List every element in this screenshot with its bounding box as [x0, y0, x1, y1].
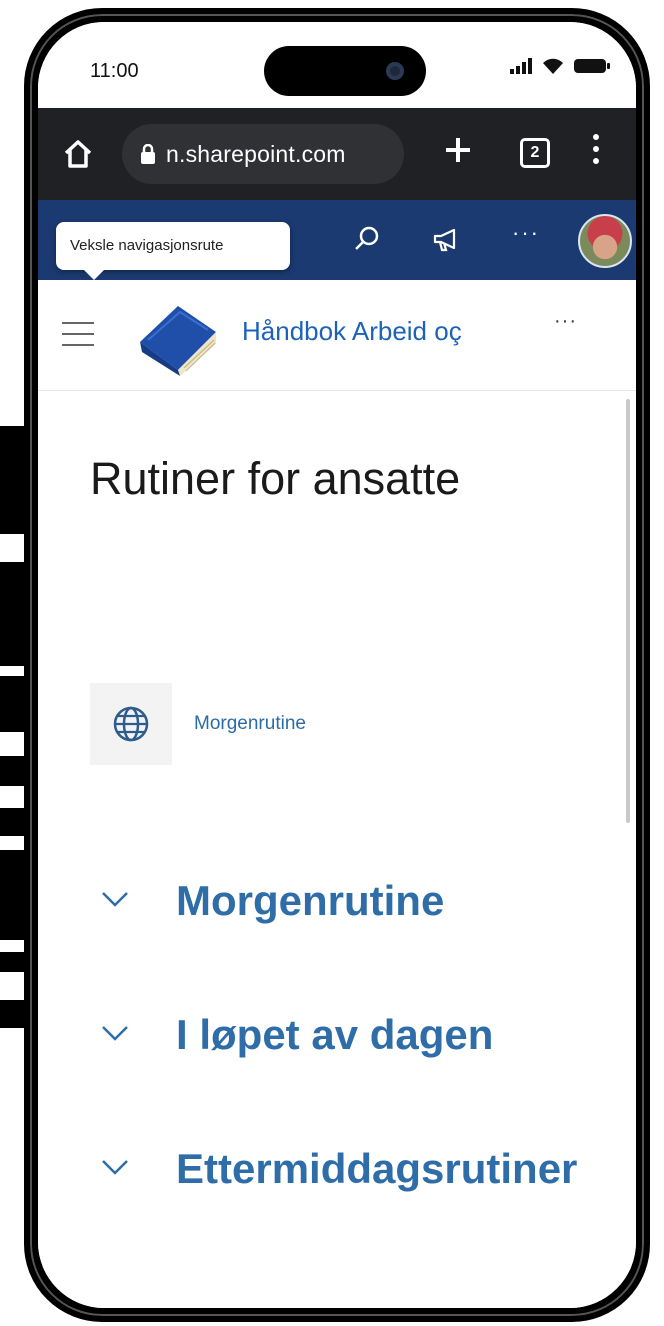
- site-title[interactable]: Håndbok Arbeid oç: [242, 316, 508, 347]
- browser-toolbar: n.sharepoint.com 2: [38, 108, 636, 200]
- scrollbar[interactable]: [626, 399, 630, 823]
- edge-bar: [0, 808, 26, 836]
- hamburger-menu-icon[interactable]: [62, 322, 94, 348]
- quick-link-label[interactable]: Morgenrutine: [194, 713, 306, 735]
- edge-bar: [0, 426, 26, 534]
- tooltip-text: Veksle navigasjonsrute: [70, 237, 224, 254]
- page-content: Rutiner for ansatte Morgenrutine Morgenr…: [38, 391, 636, 1308]
- status-time: 11:00: [90, 60, 139, 82]
- status-bar: 11:00: [38, 22, 636, 108]
- site-header: Håndbok Arbeid oç ···: [38, 280, 636, 391]
- status-icons: [510, 58, 610, 74]
- chevron-down-icon[interactable]: [100, 889, 130, 909]
- chevron-down-icon[interactable]: [100, 1023, 130, 1043]
- book-logo[interactable]: [130, 296, 226, 376]
- chevron-down-icon[interactable]: [100, 1157, 130, 1177]
- suite-more-button[interactable]: ···: [512, 220, 540, 246]
- browser-menu-button[interactable]: [590, 134, 602, 174]
- section-title[interactable]: Ettermiddagsrutiner: [176, 1145, 577, 1193]
- nav-toggle-tooltip: Veksle navigasjonsrute: [56, 222, 290, 280]
- address-bar[interactable]: n.sharepoint.com: [122, 124, 404, 184]
- avatar[interactable]: [578, 214, 632, 268]
- quick-link-tile[interactable]: [90, 683, 172, 765]
- megaphone-icon[interactable]: [432, 226, 460, 254]
- page-title: Rutiner for ansatte: [90, 453, 461, 504]
- tab-switcher-button[interactable]: 2: [520, 138, 550, 168]
- globe-icon: [107, 700, 155, 748]
- section-title[interactable]: Morgenrutine: [176, 877, 444, 925]
- edge-bar: [0, 756, 26, 786]
- home-icon[interactable]: [62, 138, 94, 170]
- battery-icon: [574, 59, 610, 73]
- phone-screen: 11:00 n.sharepoint.com 2 ··· Veksle navi…: [38, 22, 636, 1308]
- search-icon[interactable]: [354, 226, 380, 252]
- new-tab-button[interactable]: [438, 130, 478, 170]
- edge-bar: [0, 1000, 26, 1028]
- signal-icon: [510, 58, 532, 74]
- phone-frame: 11:00 n.sharepoint.com 2 ··· Veksle navi…: [24, 8, 650, 1322]
- dynamic-island: [264, 46, 426, 96]
- site-more-button[interactable]: ···: [554, 310, 577, 333]
- wifi-icon: [542, 58, 564, 74]
- edge-bar: [0, 850, 26, 940]
- edge-bar: [0, 952, 26, 972]
- edge-bar: [0, 676, 26, 732]
- camera-icon: [386, 62, 404, 80]
- lock-icon: [140, 143, 156, 164]
- edge-bar: [0, 562, 26, 666]
- url-text: n.sharepoint.com: [166, 141, 346, 167]
- section-title[interactable]: I løpet av dagen: [176, 1011, 493, 1059]
